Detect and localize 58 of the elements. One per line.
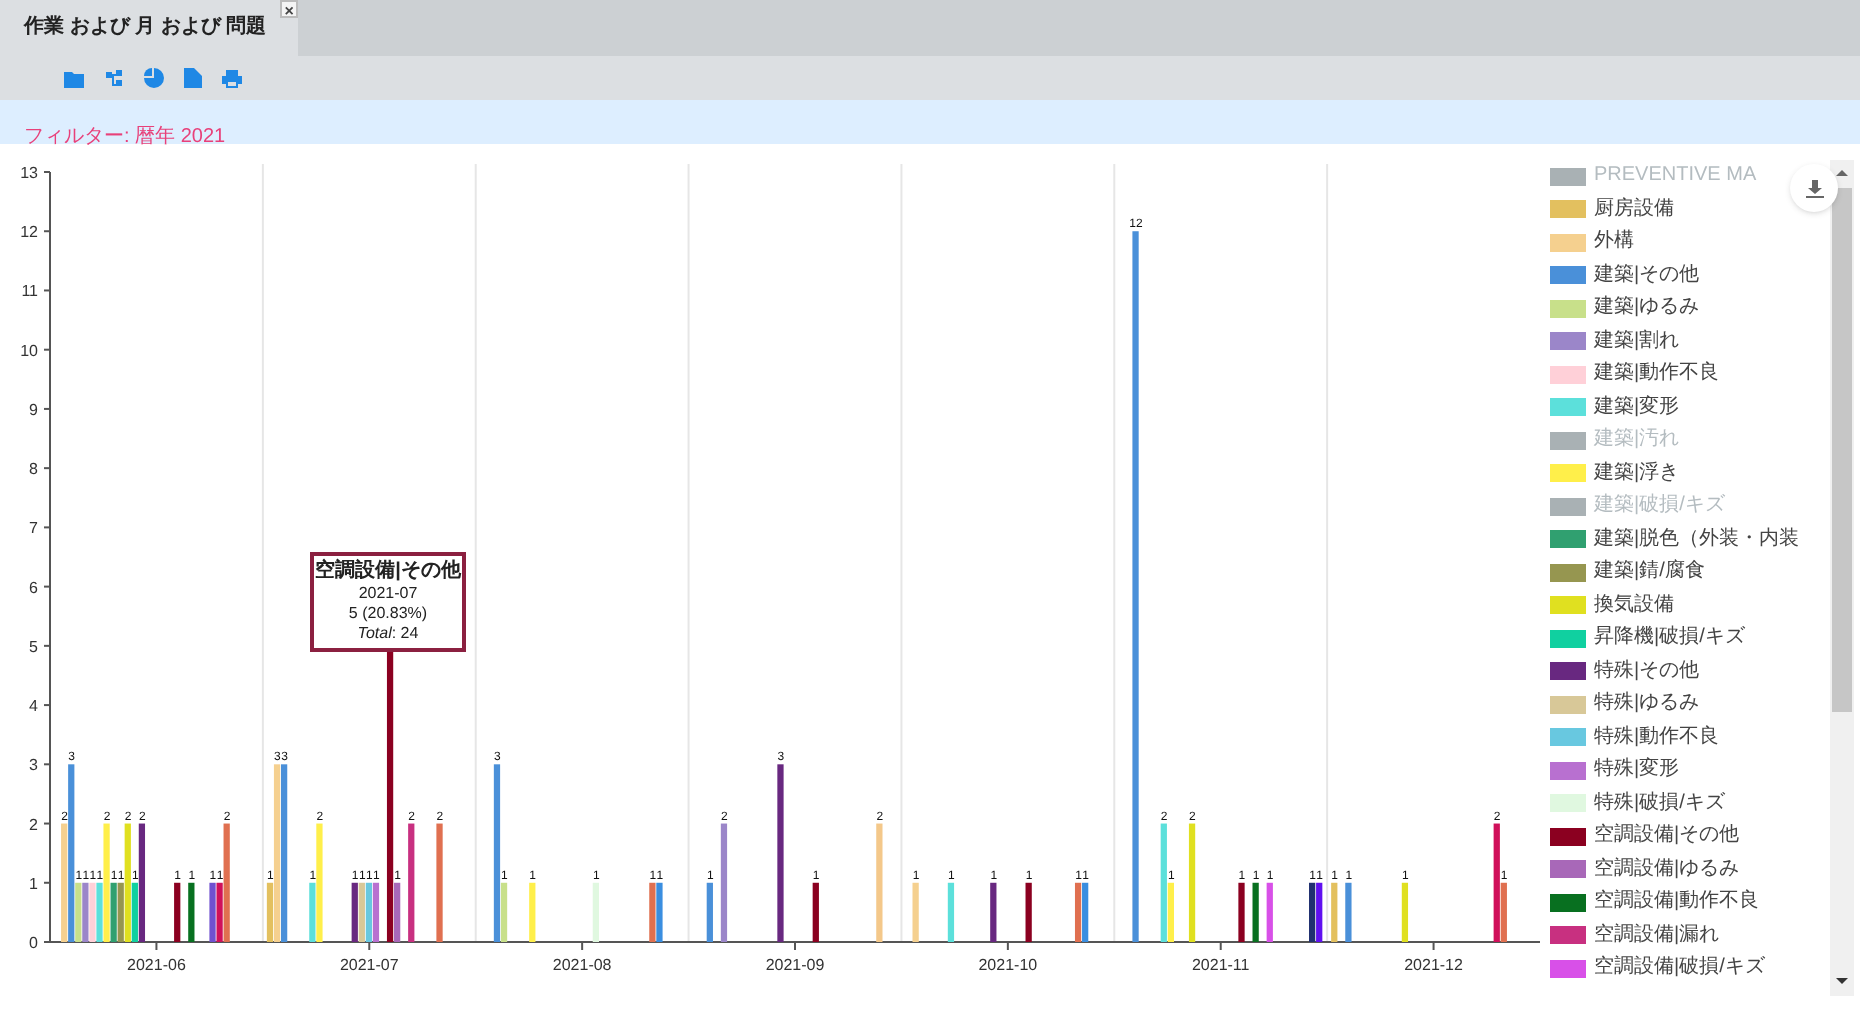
axis-label: 6 bbox=[29, 578, 38, 597]
axis-label: 12 bbox=[20, 223, 38, 242]
download-icon bbox=[1805, 179, 1823, 197]
axis-label: 8 bbox=[29, 460, 38, 479]
legend-item[interactable]: 建築|ゆるみ bbox=[1594, 298, 1700, 319]
axis-label: 5 bbox=[29, 637, 38, 656]
legend-item[interactable]: 特殊|その他 bbox=[1594, 661, 1700, 682]
axis-label: 4 bbox=[29, 697, 38, 716]
axis-label: 9 bbox=[29, 400, 38, 419]
nodes-icon[interactable] bbox=[104, 69, 124, 87]
legend-item[interactable]: 特殊|動作不良 bbox=[1594, 727, 1720, 748]
axis-label: 10 bbox=[20, 341, 38, 360]
legend-item[interactable]: 空調設備|破損/キズ bbox=[1594, 958, 1765, 979]
tooltip-title: 空調設備|その他 bbox=[315, 560, 461, 584]
legend-item[interactable]: 建築|脱色（外装・内装 bbox=[1594, 529, 1800, 550]
legend-item[interactable]: 建築|変形 bbox=[1594, 397, 1680, 418]
axis-label: 2021-06 bbox=[127, 956, 186, 974]
axis-label: 2021-11 bbox=[1191, 956, 1250, 974]
axis-label: 0 bbox=[29, 934, 38, 952]
legend-item[interactable]: 建築|割れ bbox=[1594, 331, 1680, 352]
download-button[interactable] bbox=[1790, 164, 1838, 212]
legend-item[interactable]: 厨房設備 bbox=[1594, 199, 1674, 220]
legend-item[interactable]: 外構 bbox=[1594, 232, 1634, 253]
pie-icon[interactable] bbox=[144, 68, 164, 88]
legend-item[interactable]: 特殊|破損/キズ bbox=[1594, 793, 1725, 814]
print-icon[interactable] bbox=[222, 69, 242, 87]
tooltip-text: Total: 24 bbox=[357, 624, 419, 644]
legend-item[interactable]: 特殊|変形 bbox=[1594, 760, 1680, 781]
axis-label: 2 bbox=[29, 815, 38, 834]
legend-item[interactable]: 換気設備 bbox=[1594, 595, 1674, 616]
filter-text: フィルター: 暦年 2021 bbox=[24, 126, 226, 148]
legend-item[interactable]: 空調設備|その他 bbox=[1594, 826, 1740, 847]
axis-label: 2021-08 bbox=[552, 956, 612, 974]
axis-label: 2021-12 bbox=[1404, 956, 1463, 974]
legend-item[interactable]: 特殊|ゆるみ bbox=[1594, 694, 1700, 715]
tooltip-text: 5 (20.83%) bbox=[348, 604, 428, 624]
folder-icon[interactable] bbox=[64, 69, 84, 87]
axis-label: 2021-09 bbox=[765, 956, 825, 974]
axis-label: 13 bbox=[20, 164, 38, 182]
legend-item[interactable]: 空調設備|動作不良 bbox=[1594, 892, 1760, 913]
legend-item[interactable]: 建築|浮き bbox=[1594, 463, 1680, 484]
close-button[interactable]: × bbox=[280, 0, 299, 18]
legend-item[interactable]: 空調設備|ゆるみ bbox=[1594, 859, 1740, 880]
axis-label: 1 bbox=[29, 874, 38, 893]
axis-label: 2021-10 bbox=[978, 956, 1038, 974]
axis-label: 11 bbox=[21, 282, 38, 301]
axis-label: 2021-07 bbox=[339, 956, 399, 974]
scrollbar[interactable] bbox=[1830, 160, 1854, 996]
legend-item[interactable]: 建築|その他 bbox=[1594, 265, 1700, 286]
tab[interactable]: 作業 および 月 および 問題 × bbox=[0, 0, 299, 56]
legend-item[interactable]: 建築|動作不良 bbox=[1594, 364, 1720, 385]
legend-item[interactable]: 建築|錆/腐食 bbox=[1594, 562, 1705, 583]
legend-item[interactable]: 空調設備|漏れ bbox=[1594, 925, 1720, 946]
tooltip-text: 2021-07 bbox=[358, 584, 418, 604]
legend-item[interactable]: 昇降機|破損/キズ bbox=[1594, 628, 1745, 649]
document-icon[interactable] bbox=[184, 68, 202, 88]
axis-label: 3 bbox=[29, 756, 38, 775]
axis-label: 7 bbox=[29, 519, 38, 538]
